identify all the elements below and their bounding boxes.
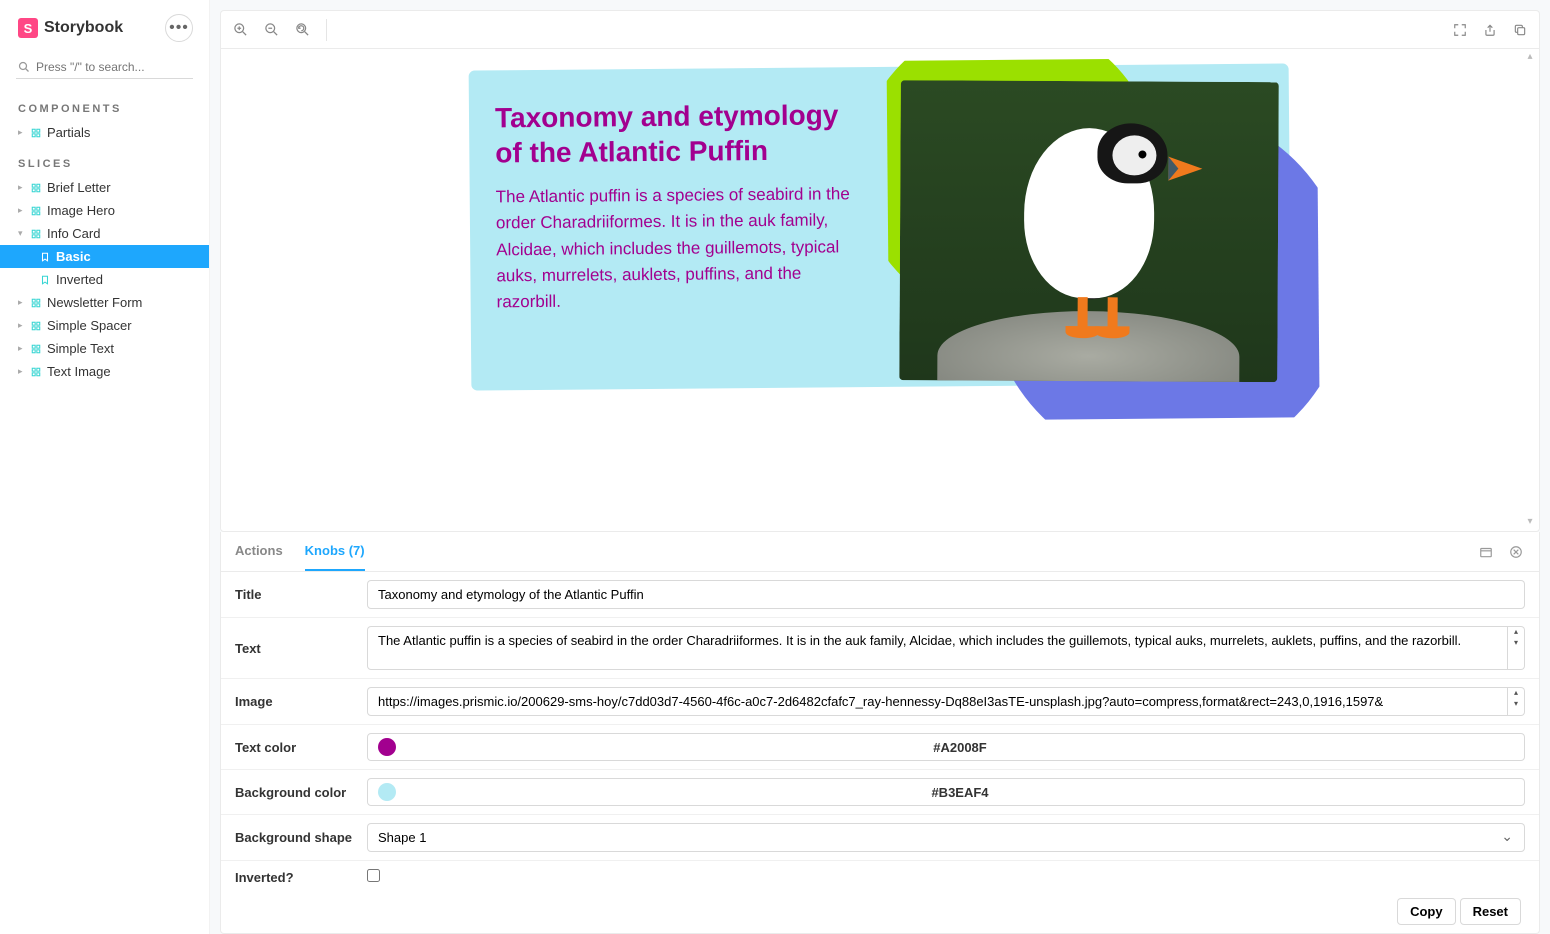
color-value-text: #A2008F [406, 740, 1514, 755]
stepper-up-button[interactable]: ▴ [1508, 688, 1524, 699]
sidebar-item-label: Simple Text [47, 341, 114, 356]
search-icon [18, 61, 30, 73]
knob-input-title[interactable] [367, 580, 1525, 609]
component-icon [31, 321, 41, 331]
sidebar-story-inverted[interactable]: Inverted [0, 268, 209, 291]
info-card-image [899, 80, 1279, 382]
component-icon [31, 183, 41, 193]
component-icon [31, 206, 41, 216]
sidebar-item-image-hero[interactable]: ▸ Image Hero [0, 199, 209, 222]
sidebar-item-label: Info Card [47, 226, 100, 241]
color-value-bg: #B3EAF4 [406, 785, 1514, 800]
copy-canvas-link-button[interactable] [1511, 21, 1529, 39]
color-swatch-icon [378, 738, 396, 756]
sidebar-item-label: Brief Letter [47, 180, 111, 195]
addons-panel: Actions Knobs (7) Title ⋰ Text ▴▾ [220, 532, 1540, 934]
scroll-up-icon[interactable]: ▴ [1523, 51, 1537, 62]
component-icon [31, 367, 41, 377]
search-field[interactable] [16, 56, 193, 79]
info-card: Taxonomy and etymology of the Atlantic P… [469, 63, 1292, 390]
scroll-down-icon[interactable]: ▾ [1523, 516, 1537, 527]
main-area: ▴ ▾ Taxonomy and etymology of the Atlant… [210, 0, 1550, 934]
zoom-reset-button[interactable] [293, 20, 312, 39]
storybook-logo: S Storybook [18, 18, 123, 38]
sidebar-item-simple-spacer[interactable]: ▸ Simple Spacer [0, 314, 209, 337]
sidebar-item-simple-text[interactable]: ▸ Simple Text [0, 337, 209, 360]
story-icon [40, 275, 50, 285]
chevron-down-icon: ▾ [18, 228, 25, 239]
brand-name: Storybook [44, 19, 123, 37]
sidebar-item-label: Simple Spacer [47, 318, 132, 333]
knob-label-image: Image [235, 694, 353, 709]
tab-actions[interactable]: Actions [235, 532, 283, 571]
fullscreen-button[interactable] [1451, 21, 1469, 39]
component-icon [31, 229, 41, 239]
canvas-toolbar [221, 11, 1539, 49]
sidebar-story-label: Inverted [56, 272, 103, 287]
chevron-right-icon: ▸ [18, 320, 25, 331]
component-icon [31, 298, 41, 308]
chevron-right-icon: ▸ [18, 366, 25, 377]
chevron-right-icon: ▸ [18, 205, 25, 216]
canvas-panel: ▴ ▾ Taxonomy and etymology of the Atlant… [220, 10, 1540, 532]
knob-label-text-color: Text color [235, 740, 353, 755]
story-icon [40, 252, 50, 262]
chevron-right-icon: ▸ [18, 343, 25, 354]
story-preview: ▴ ▾ Taxonomy and etymology of the Atlant… [221, 49, 1539, 531]
sidebar-item-info-card[interactable]: ▾ Info Card [0, 222, 209, 245]
knobs-reset-button[interactable]: Reset [1460, 898, 1521, 925]
knob-label-bg-color: Background color [235, 785, 353, 800]
tab-knobs[interactable]: Knobs (7) [305, 532, 365, 571]
info-card-text: The Atlantic puffin is a species of seab… [496, 181, 867, 316]
sidebar-item-brief-letter[interactable]: ▸ Brief Letter [0, 176, 209, 199]
zoom-in-button[interactable] [231, 20, 250, 39]
knob-label-title: Title [235, 587, 353, 602]
addons-orientation-button[interactable] [1477, 543, 1495, 561]
sidebar: S Storybook ••• COMPONENTS ▸ Partials SLI… [0, 0, 210, 934]
knob-label-text: Text [235, 641, 353, 656]
knob-input-bg-shape[interactable]: Shape 1 [367, 823, 1525, 852]
puffin-photo-placeholder [899, 80, 1279, 382]
chevron-right-icon: ▸ [18, 182, 25, 193]
component-icon [31, 128, 41, 138]
sidebar-item-label: Partials [47, 125, 90, 140]
color-swatch-icon [378, 783, 396, 801]
zoom-out-button[interactable] [262, 20, 281, 39]
chevron-right-icon: ▸ [18, 127, 25, 138]
sidebar-story-basic[interactable]: Basic [0, 245, 209, 268]
search-input[interactable] [36, 60, 191, 74]
sidebar-item-label: Image Hero [47, 203, 115, 218]
sidebar-item-label: Text Image [47, 364, 111, 379]
knobs-copy-button[interactable]: Copy [1397, 898, 1456, 925]
knob-label-bg-shape: Background shape [235, 830, 353, 845]
stepper-up-button[interactable]: ▴ [1508, 627, 1524, 638]
chevron-right-icon: ▸ [18, 297, 25, 308]
stepper-down-button[interactable]: ▾ [1508, 699, 1524, 710]
knob-label-inverted: Inverted? [235, 870, 353, 885]
stepper-down-button[interactable]: ▾ [1508, 638, 1524, 649]
sidebar-menu-button[interactable]: ••• [165, 14, 193, 42]
open-in-new-tab-button[interactable] [1481, 21, 1499, 39]
sidebar-story-label: Basic [56, 249, 91, 264]
sidebar-item-newsletter-form[interactable]: ▸ Newsletter Form [0, 291, 209, 314]
section-title-slices: SLICES [0, 144, 209, 176]
storybook-logo-badge: S [18, 18, 38, 38]
info-card-title: Taxonomy and etymology of the Atlantic P… [495, 97, 846, 170]
sidebar-item-label: Newsletter Form [47, 295, 142, 310]
section-title-components: COMPONENTS [0, 89, 209, 121]
knob-input-inverted[interactable] [367, 869, 380, 882]
knob-input-text-color[interactable]: #A2008F [367, 733, 1525, 761]
component-icon [31, 344, 41, 354]
knob-input-text[interactable] [367, 626, 1508, 670]
sidebar-item-partials[interactable]: ▸ Partials [0, 121, 209, 144]
knob-input-image[interactable] [367, 687, 1508, 716]
addons-close-button[interactable] [1507, 543, 1525, 561]
sidebar-item-text-image[interactable]: ▸ Text Image [0, 360, 209, 383]
info-card-slice: Taxonomy and etymology of the Atlantic P… [470, 67, 1290, 513]
knob-input-bg-color[interactable]: #B3EAF4 [367, 778, 1525, 806]
